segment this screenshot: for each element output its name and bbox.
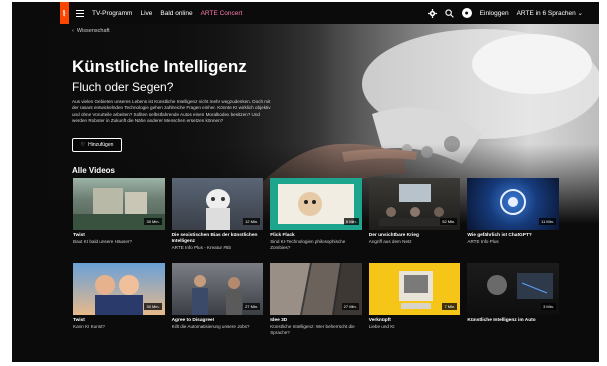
section-title: Alle Videos: [72, 166, 115, 175]
video-subtitle: Kann KI Kunst?: [73, 324, 105, 329]
add-to-list-button[interactable]: ♡ Hinzufügen: [72, 138, 122, 152]
video-card[interactable]: 30 Min. Twist Baut KI bald unsere Häuser…: [73, 178, 165, 251]
page-title: Künstliche Intelligenz: [72, 57, 247, 76]
video-thumbnail[interactable]: 12 Min.: [171, 178, 264, 230]
duration-badge: 6 Min.: [343, 218, 359, 225]
video-subtitle: Liebe und KI: [368, 324, 395, 329]
nav-live[interactable]: Live: [140, 10, 152, 17]
video-subtitle: ARTE Info Plus: [467, 239, 499, 244]
video-subtitle: Sind KI-Technologien philosophische Zomb…: [270, 239, 346, 250]
video-thumbnail[interactable]: 27 Min.: [171, 263, 264, 315]
arte-logo[interactable]: arte: [60, 2, 69, 24]
duration-badge: 30 Min.: [144, 218, 162, 225]
nav-arte-concert[interactable]: ARTE Concert: [201, 10, 243, 17]
video-thumbnail[interactable]: 30 Min.: [73, 263, 165, 315]
video-title[interactable]: Künstliche Intelligenz im Auto: [467, 318, 559, 324]
video-thumbnail[interactable]: 6 Min.: [270, 178, 362, 230]
duration-badge: 12 Min.: [243, 218, 261, 225]
video-card[interactable]: 30 Min. Twist Kann KI Kunst?: [73, 263, 165, 336]
duration-badge: 11 Min.: [539, 218, 556, 225]
nav-bald-online[interactable]: Bald online: [160, 10, 192, 17]
settings-gear-icon[interactable]: [427, 8, 437, 18]
heart-icon: ♡: [80, 142, 86, 148]
chevron-down-icon: ⌄: [577, 10, 583, 17]
right-navigation: ● Einloggen ARTE in 6 Sprachen ⌄: [427, 2, 583, 24]
duration-badge: 3 Min.: [541, 303, 556, 310]
video-card[interactable]: 27 Min. Idee 3D Künstliche Intelligenz: …: [270, 263, 362, 336]
duration-badge: 52 Min.: [440, 218, 458, 225]
video-thumbnail[interactable]: 52 Min.: [368, 178, 461, 230]
duration-badge: 27 Min.: [341, 303, 359, 310]
video-thumbnail[interactable]: 30 Min.: [73, 178, 165, 230]
user-account-icon[interactable]: ●: [461, 8, 472, 18]
video-subtitle: Killt die Automatisierung unsere Jobs?: [171, 324, 250, 329]
login-link[interactable]: Einloggen: [480, 10, 509, 17]
duration-badge: 30 Min.: [144, 303, 162, 310]
video-title[interactable]: Die sexistischen Bias der künstlichen In…: [172, 233, 264, 245]
video-card[interactable]: 12 Min. Die sexistischen Bias der künstl…: [171, 178, 264, 251]
video-card[interactable]: 27 Min. Agree to Disagree! Killt die Aut…: [171, 263, 264, 336]
language-selector[interactable]: ARTE in 6 Sprachen ⌄: [517, 9, 583, 17]
video-thumbnail[interactable]: 7 Min.: [368, 263, 461, 315]
video-card[interactable]: 6 Min. Flick Flack Sind KI-Technologien …: [270, 178, 362, 251]
page-subtitle: Fluch oder Segen?: [72, 80, 174, 94]
language-label: ARTE in 6 Sprachen: [516, 10, 576, 17]
video-row-1: 30 Min. Twist Baut KI bald unsere Häuser…: [73, 178, 589, 251]
breadcrumb-label: Wissenschaft: [76, 28, 110, 34]
menu-icon[interactable]: [76, 9, 84, 17]
video-thumbnail[interactable]: 3 Min.: [467, 263, 559, 315]
hero-description: Aus vielen Gebieten unseres Lebens ist K…: [72, 99, 271, 123]
duration-badge: 7 Min.: [442, 303, 458, 310]
video-subtitle: ARTE Info Plus - Kreatur #5b: [171, 245, 232, 250]
app-frame: arte TV-Programm Live Bald online ARTE C…: [12, 2, 599, 362]
video-card[interactable]: 3 Min. Künstliche Intelligenz im Auto: [467, 263, 559, 336]
video-row-2: 30 Min. Twist Kann KI Kunst? 27 Min. Agr…: [73, 263, 589, 336]
top-navigation: arte TV-Programm Live Bald online ARTE C…: [12, 2, 599, 24]
nav-tv-programm[interactable]: TV-Programm: [92, 10, 132, 17]
video-card[interactable]: 11 Min. Wie gefährlich ist ChatGPT? ARTE…: [467, 178, 559, 251]
video-card[interactable]: 52 Min. Der unsichtbare Krieg Angriff au…: [368, 178, 461, 251]
video-thumbnail[interactable]: 27 Min.: [270, 263, 362, 315]
search-icon[interactable]: [445, 8, 454, 18]
video-subtitle: Künstliche Intelligenz: Wer beherrscht d…: [270, 324, 355, 335]
video-subtitle: Baut KI bald unsere Häuser?: [73, 239, 132, 244]
breadcrumb[interactable]: ‹ Wissenschaft: [72, 28, 110, 34]
video-thumbnail[interactable]: 11 Min.: [467, 178, 559, 230]
add-button-label: Hinzufügen: [88, 142, 114, 148]
video-subtitle: Angriff aus dem Netz: [368, 239, 412, 244]
duration-badge: 27 Min.: [243, 303, 261, 310]
video-card[interactable]: 7 Min. Verknüpft Liebe und KI: [368, 263, 461, 336]
